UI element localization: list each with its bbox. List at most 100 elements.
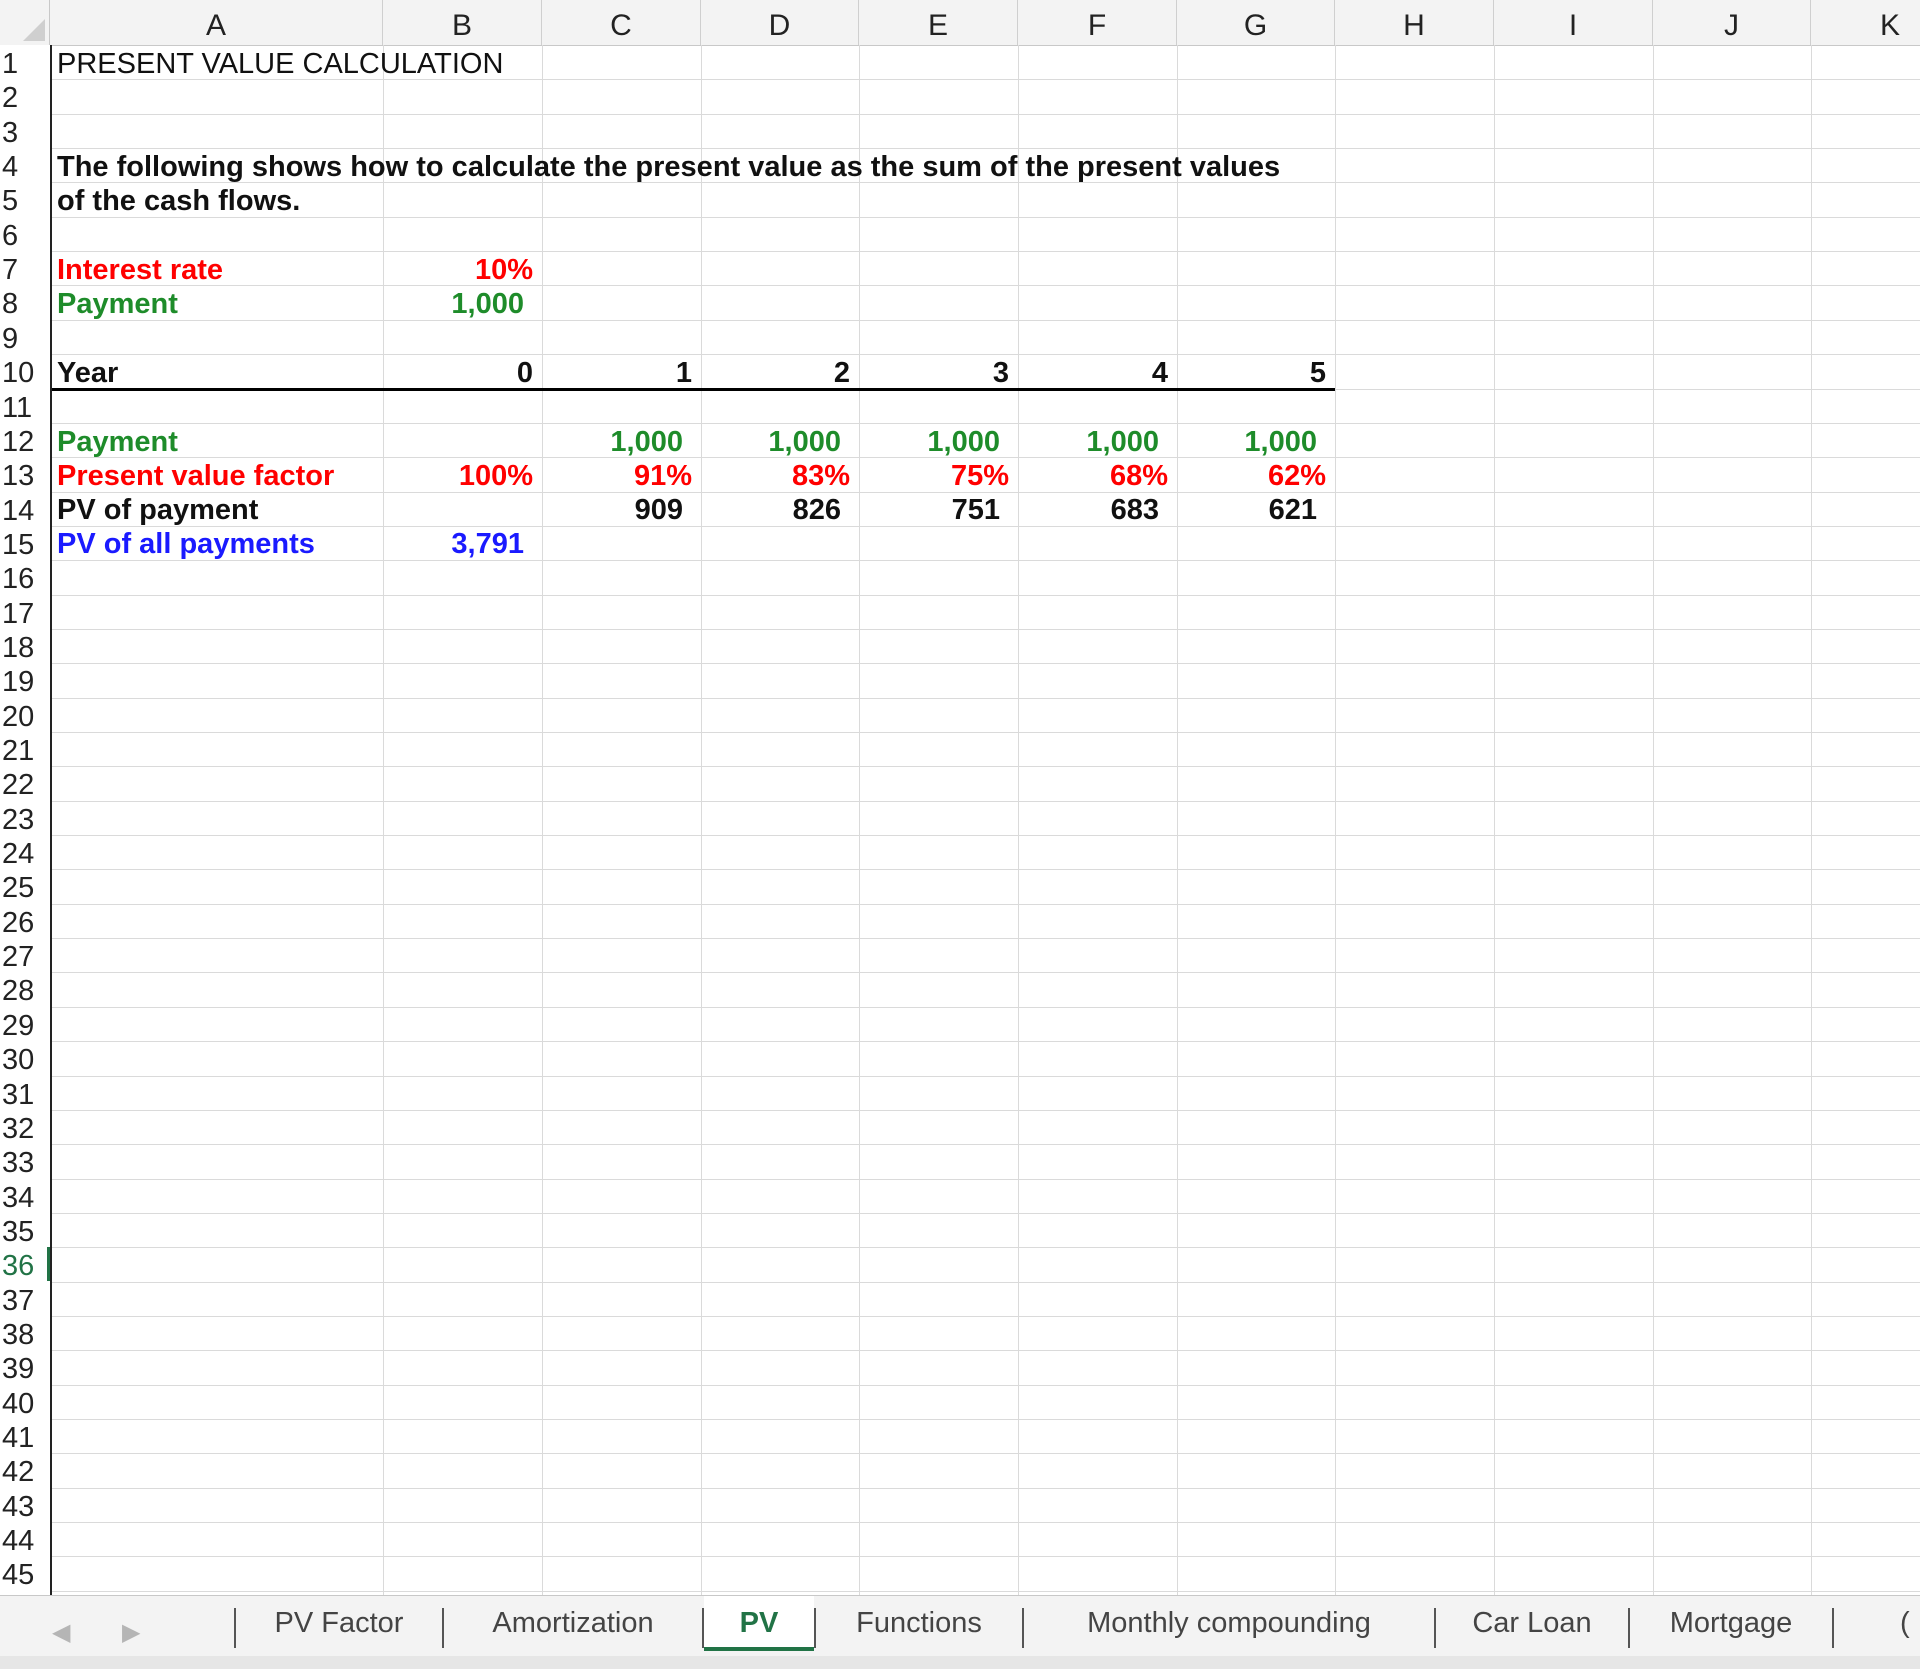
row-header-11[interactable]: 11	[0, 389, 50, 424]
row-header-26[interactable]: 26	[0, 904, 50, 939]
column-header-a[interactable]: A	[50, 0, 383, 45]
cell-e13-pv-factor[interactable]: 75%	[859, 457, 1009, 492]
tab-amortization[interactable]: Amortization	[444, 1596, 702, 1651]
cell-b8-payment-value[interactable]: 1,000	[383, 285, 524, 320]
row-header-3[interactable]: 3	[0, 114, 50, 149]
cell-b10-year[interactable]: 0	[383, 354, 533, 389]
select-all-corner[interactable]	[0, 0, 50, 45]
row-header-41[interactable]: 41	[0, 1419, 50, 1454]
row-header-1[interactable]: 1	[0, 45, 50, 80]
row-header-24[interactable]: 24	[0, 835, 50, 870]
column-header-g[interactable]: G	[1177, 0, 1335, 45]
cell-f12-payment[interactable]: 1,000	[1018, 423, 1159, 458]
row-header-40[interactable]: 40	[0, 1385, 50, 1420]
column-header-b[interactable]: B	[383, 0, 542, 45]
cell-a1-title[interactable]: PRESENT VALUE CALCULATION	[57, 45, 503, 80]
cell-c13-pv-factor[interactable]: 91%	[542, 457, 692, 492]
row-header-36[interactable]: 36	[0, 1247, 50, 1282]
cell-c14-pv-payment[interactable]: 909	[542, 491, 683, 526]
row-header-5[interactable]: 5	[0, 182, 50, 217]
row-header-23[interactable]: 23	[0, 801, 50, 836]
cell-e12-payment[interactable]: 1,000	[859, 423, 1000, 458]
cell-a10-year-label[interactable]: Year	[57, 354, 118, 389]
cell-grid[interactable]: PRESENT VALUE CALCULATION The following …	[52, 45, 1920, 1595]
cell-g10-year[interactable]: 5	[1177, 354, 1326, 389]
row-header-38[interactable]: 38	[0, 1316, 50, 1351]
cell-a13-pv-factor-label[interactable]: Present value factor	[57, 457, 334, 492]
column-header-d[interactable]: D	[701, 0, 859, 45]
column-header-h[interactable]: H	[1335, 0, 1494, 45]
row-header-30[interactable]: 30	[0, 1041, 50, 1076]
spreadsheet-sheet[interactable]: A B C D E F G H I J K 1 2 3 4 5 6 7 8 9 10 11 12 13 1…	[0, 0, 1920, 1595]
row-header-12[interactable]: 12	[0, 423, 50, 458]
cell-a5-description[interactable]: of the cash flows.	[57, 182, 300, 217]
row-header-4[interactable]: 4	[0, 148, 50, 183]
cell-g12-payment[interactable]: 1,000	[1177, 423, 1317, 458]
row-header-28[interactable]: 28	[0, 972, 50, 1007]
cell-b13-pv-factor[interactable]: 100%	[383, 457, 533, 492]
row-header-25[interactable]: 25	[0, 869, 50, 904]
cell-e14-pv-payment[interactable]: 751	[859, 491, 1000, 526]
row-header-8[interactable]: 8	[0, 285, 50, 320]
row-header-19[interactable]: 19	[0, 663, 50, 698]
cell-a14-pv-payment-label[interactable]: PV of payment	[57, 491, 258, 526]
row-header-42[interactable]: 42	[0, 1453, 50, 1488]
cell-b7-interest-value[interactable]: 10%	[383, 251, 533, 286]
row-header-17[interactable]: 17	[0, 595, 50, 630]
tab-overflow[interactable]: (	[1900, 1596, 1920, 1651]
cell-a12-payment-label[interactable]: Payment	[57, 423, 178, 458]
cell-d14-pv-payment[interactable]: 826	[701, 491, 841, 526]
tab-monthly-compounding[interactable]: Monthly compounding	[1024, 1596, 1434, 1651]
cell-f14-pv-payment[interactable]: 683	[1018, 491, 1159, 526]
row-header-35[interactable]: 35	[0, 1213, 50, 1248]
tab-functions[interactable]: Functions	[816, 1596, 1022, 1651]
column-header-e[interactable]: E	[859, 0, 1018, 45]
row-header-14[interactable]: 14	[0, 492, 50, 527]
cell-e10-year[interactable]: 3	[859, 354, 1009, 389]
row-header-13[interactable]: 13	[0, 457, 50, 492]
cell-a7-interest-label[interactable]: Interest rate	[57, 251, 223, 286]
row-header-31[interactable]: 31	[0, 1076, 50, 1111]
row-header-44[interactable]: 44	[0, 1522, 50, 1557]
cell-a4-description[interactable]: The following shows how to calculate the…	[57, 148, 1280, 183]
cell-c12-payment[interactable]: 1,000	[542, 423, 683, 458]
row-header-33[interactable]: 33	[0, 1144, 50, 1179]
cell-f10-year[interactable]: 4	[1018, 354, 1168, 389]
cell-d13-pv-factor[interactable]: 83%	[701, 457, 850, 492]
row-header-34[interactable]: 34	[0, 1179, 50, 1214]
tab-pv-factor[interactable]: PV Factor	[236, 1596, 442, 1651]
prev-sheet-icon[interactable]: ◀	[52, 1618, 70, 1647]
row-header-27[interactable]: 27	[0, 938, 50, 973]
cell-b15-pv-all-value[interactable]: 3,791	[383, 525, 524, 560]
row-header-37[interactable]: 37	[0, 1282, 50, 1317]
row-header-45[interactable]: 45	[0, 1556, 50, 1591]
tab-mortgage[interactable]: Mortgage	[1630, 1596, 1832, 1651]
column-header-i[interactable]: I	[1494, 0, 1653, 45]
row-header-9[interactable]: 9	[0, 320, 50, 355]
cell-d10-year[interactable]: 2	[701, 354, 850, 389]
tab-pv[interactable]: PV	[704, 1596, 814, 1651]
row-header-32[interactable]: 32	[0, 1110, 50, 1145]
cell-d12-payment[interactable]: 1,000	[701, 423, 841, 458]
row-header-29[interactable]: 29	[0, 1007, 50, 1042]
next-sheet-icon[interactable]: ▶	[122, 1618, 140, 1647]
column-header-f[interactable]: F	[1018, 0, 1177, 45]
tab-car-loan[interactable]: Car Loan	[1436, 1596, 1628, 1651]
row-header-20[interactable]: 20	[0, 698, 50, 733]
column-header-c[interactable]: C	[542, 0, 701, 45]
row-header-6[interactable]: 6	[0, 217, 50, 252]
row-header-43[interactable]: 43	[0, 1488, 50, 1523]
row-header-16[interactable]: 16	[0, 560, 50, 595]
cell-f13-pv-factor[interactable]: 68%	[1018, 457, 1168, 492]
cell-c10-year[interactable]: 1	[542, 354, 692, 389]
row-header-15[interactable]: 15	[0, 526, 50, 561]
row-header-10[interactable]: 10	[0, 354, 50, 389]
column-header-j[interactable]: J	[1653, 0, 1811, 45]
row-header-21[interactable]: 21	[0, 732, 50, 767]
row-header-7[interactable]: 7	[0, 251, 50, 286]
cell-g14-pv-payment[interactable]: 621	[1177, 491, 1317, 526]
row-header-22[interactable]: 22	[0, 766, 50, 801]
cell-g13-pv-factor[interactable]: 62%	[1177, 457, 1326, 492]
cell-a8-payment-label[interactable]: Payment	[57, 285, 178, 320]
column-header-k[interactable]: K	[1811, 0, 1920, 45]
